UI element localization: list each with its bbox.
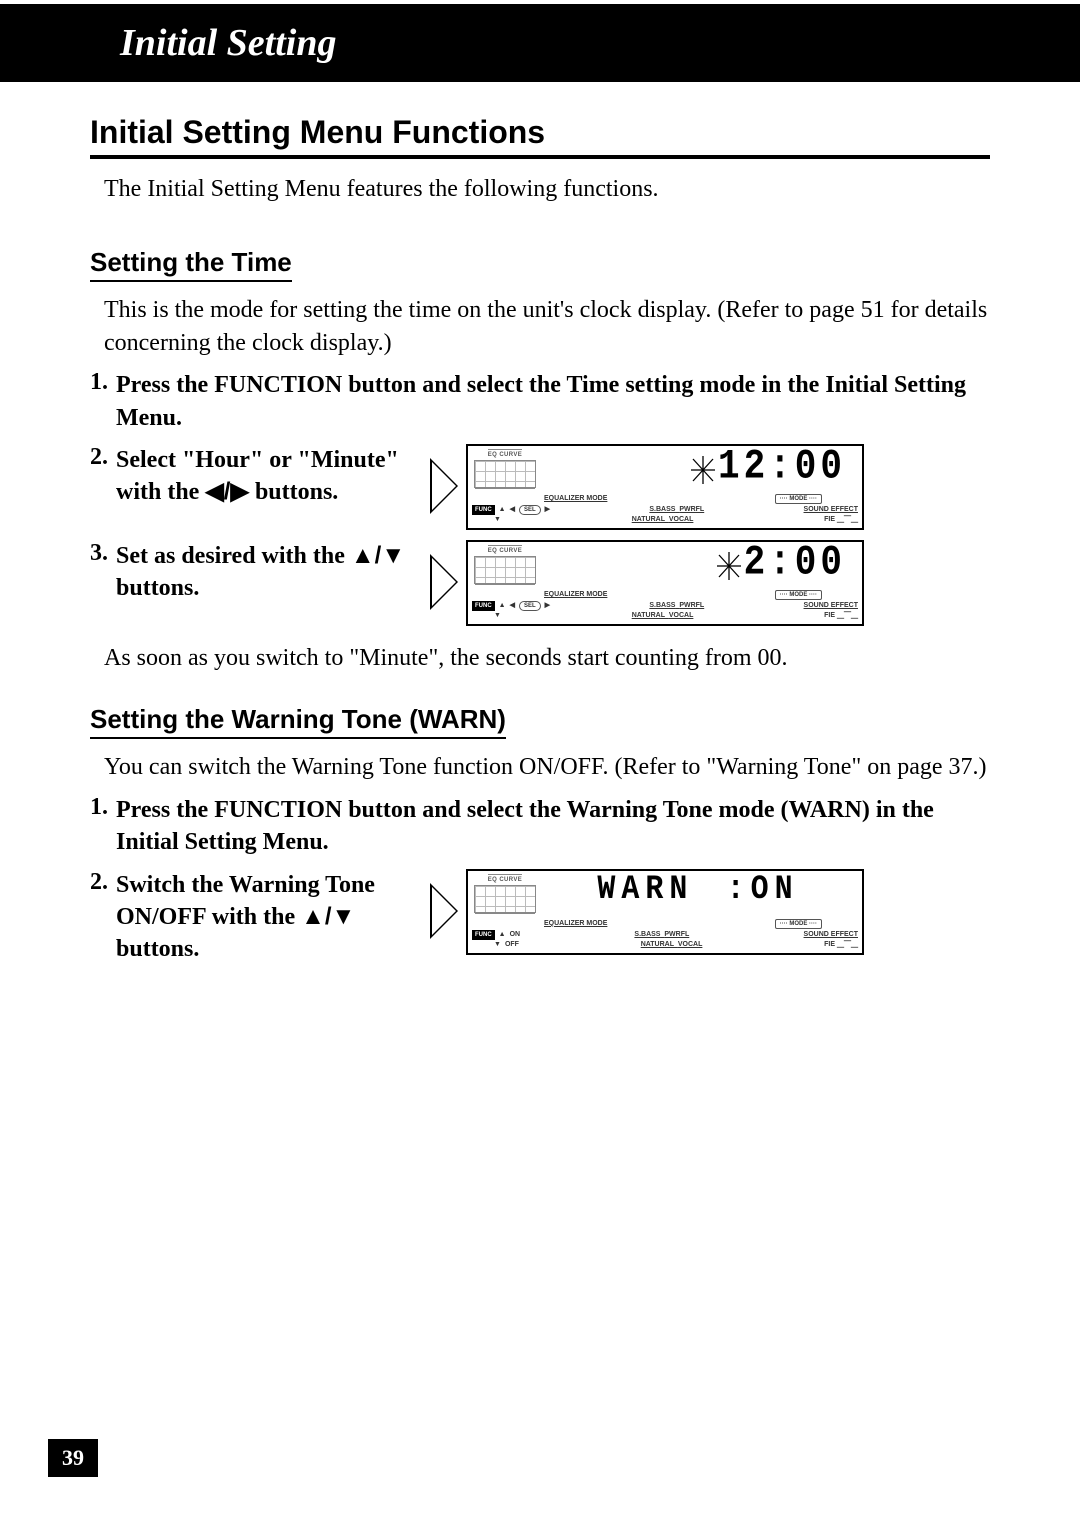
warn-step-2: 2. Switch the Warning Tone ON/OFF with t… xyxy=(90,869,990,966)
display-illustration-1: EQ CURVE xyxy=(430,444,864,530)
time-step-1: 1. Press the FUNCTION button and select … xyxy=(90,369,990,434)
section-intro: The Initial Setting Menu features the fo… xyxy=(104,173,990,205)
left-right-arrows-icon: ◀/▶ xyxy=(205,478,249,505)
step-text: Switch the Warning Tone ON/OFF with the … xyxy=(116,869,416,966)
subheading-warn: Setting the Warning Tone (WARN) xyxy=(90,704,506,739)
step-number: 1. xyxy=(90,369,116,396)
eq-grid-icon xyxy=(474,885,536,913)
warn-steps: 1. Press the FUNCTION button and select … xyxy=(90,794,990,966)
right-triangle-icon: ▶ xyxy=(545,601,550,610)
down-triangle-icon: ▼ xyxy=(494,515,501,524)
subheading-time: Setting the Time xyxy=(90,247,292,282)
slider-icon: ⎽⎺⎽ xyxy=(837,612,858,619)
up-down-arrows-icon: ▲/▼ xyxy=(351,542,405,569)
eq-grid-icon xyxy=(474,460,536,488)
step-text: Set as desired with the ▲/▼ buttons. xyxy=(116,540,416,605)
off-label: OFF xyxy=(505,940,519,949)
display-illustration-3: EQ CURVE WARN :ON xyxy=(430,869,864,955)
step-number: 2. xyxy=(90,444,116,471)
time-note: As soon as you switch to "Minute", the s… xyxy=(104,642,990,674)
eq-curve-label: EQ CURVE xyxy=(488,449,522,459)
time-step-3: 3. Set as desired with the ▲/▼ buttons. … xyxy=(90,540,990,626)
time-steps: 1. Press the FUNCTION button and select … xyxy=(90,369,990,626)
slider-icon: ⎽⎺⎽ xyxy=(837,516,858,523)
warn-step-1: 1. Press the FUNCTION button and select … xyxy=(90,794,990,859)
lcd-panel: EQ CURVE xyxy=(466,444,864,530)
up-down-arrows-icon: ▲/▼ xyxy=(301,903,355,930)
up-triangle-icon: ▲ xyxy=(499,930,506,939)
chapter-header-bar: Initial Setting xyxy=(0,4,1080,82)
chapter-title: Initial Setting xyxy=(120,21,336,65)
display-illustration-2: EQ CURVE xyxy=(430,540,864,626)
down-triangle-icon: ▼ xyxy=(494,940,501,949)
lcd-panel: EQ CURVE WARN :ON xyxy=(466,869,864,955)
time-intro: This is the mode for setting the time on… xyxy=(104,294,990,359)
up-triangle-icon: ▲ xyxy=(499,601,506,610)
up-triangle-icon: ▲ xyxy=(499,505,506,514)
page-content: Initial Setting Menu Functions The Initi… xyxy=(0,82,1080,966)
eq-grid-icon xyxy=(474,556,536,584)
step-text: Press the FUNCTION button and select the… xyxy=(116,369,990,434)
on-label: ON xyxy=(510,930,521,939)
section-heading: Initial Setting Menu Functions xyxy=(90,114,990,159)
warn-readout: WARN :ON xyxy=(538,874,858,918)
highlight-burst-icon xyxy=(690,455,716,485)
pointer-right-icon xyxy=(430,883,458,939)
down-triangle-icon: ▼ xyxy=(494,611,501,620)
step-text: Select "Hour" or "Minute" with the ◀/▶ b… xyxy=(116,444,416,509)
page-number: 39 xyxy=(48,1439,98,1477)
manual-page: Initial Setting Initial Setting Menu Fun… xyxy=(0,4,1080,1537)
step-text: Press the FUNCTION button and select the… xyxy=(116,794,990,859)
lcd-panel: EQ CURVE xyxy=(466,540,864,626)
clock-readout: 2:00 xyxy=(538,545,858,589)
left-triangle-icon: ◀ xyxy=(510,505,515,514)
step-number: 1. xyxy=(90,794,116,821)
clock-readout: 12:00 xyxy=(538,449,858,493)
slider-icon: ⎽⎺⎽ xyxy=(837,941,858,948)
time-step-2: 2. Select "Hour" or "Minute" with the ◀/… xyxy=(90,444,990,530)
warn-intro: You can switch the Warning Tone function… xyxy=(104,751,990,783)
right-triangle-icon: ▶ xyxy=(545,505,550,514)
left-triangle-icon: ◀ xyxy=(510,601,515,610)
pointer-right-icon xyxy=(430,554,458,610)
step-number: 2. xyxy=(90,869,116,896)
pointer-right-icon xyxy=(430,458,458,514)
highlight-burst-icon xyxy=(716,551,742,581)
step-number: 3. xyxy=(90,540,116,567)
